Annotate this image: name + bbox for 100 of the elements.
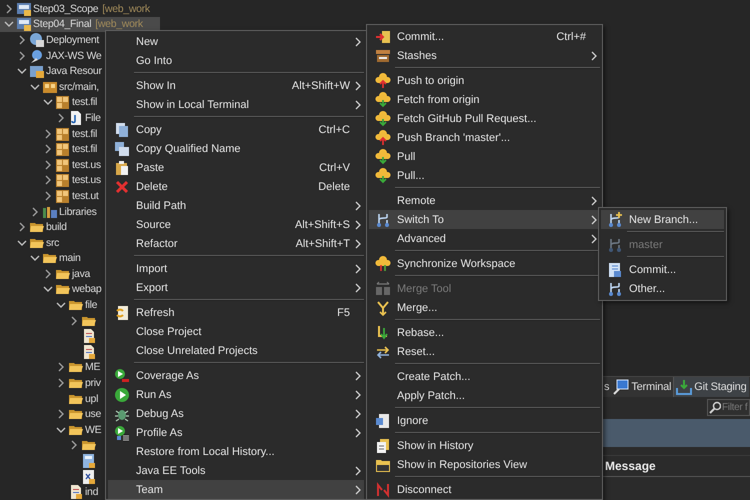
menu-item[interactable]: New Branch... (601, 210, 724, 229)
tree-item-label[interactable]: main (59, 252, 81, 264)
tree-item-label[interactable]: Java Resour (46, 65, 102, 78)
tree-item-label[interactable]: Step03_Scope (33, 2, 98, 15)
expand-chevron-icon[interactable] (17, 50, 27, 61)
collapse-chevron-icon[interactable] (30, 82, 40, 92)
expand-chevron-icon[interactable] (17, 222, 27, 232)
tree-item-label[interactable]: WE (85, 424, 102, 436)
collapse-chevron-icon[interactable] (43, 284, 53, 294)
expand-chevron-icon[interactable] (30, 206, 40, 217)
menu-item[interactable]: Close Project (108, 322, 364, 341)
tree-item-label[interactable]: test.fil (72, 96, 98, 108)
menu-item[interactable]: Copy Ctrl+C (108, 120, 364, 139)
menu-item[interactable]: Import (108, 259, 364, 278)
tree-item-label[interactable]: ME (85, 361, 100, 374)
menu-item[interactable]: Advanced (369, 229, 600, 248)
collapse-chevron-icon[interactable] (17, 238, 27, 248)
menu-item[interactable]: Merge... (369, 298, 600, 317)
tree-item-label[interactable]: src (46, 236, 60, 249)
tree-item-label[interactable]: Deployment (46, 34, 100, 46)
menu-item[interactable]: Show in Repositories View (369, 455, 600, 474)
tree-item-label[interactable]: test.us (72, 158, 101, 171)
tree-item-label[interactable]: test.fil (72, 143, 98, 156)
menu-item[interactable]: Switch To (369, 210, 600, 229)
tree-item-label[interactable]: ind (85, 486, 98, 498)
collapse-chevron-icon[interactable] (56, 300, 66, 310)
tree-item-label[interactable]: build (46, 221, 67, 234)
tree-item-label[interactable]: JAX-WS We (46, 50, 102, 62)
menu-item[interactable]: Remote (369, 191, 600, 210)
tree-item-label[interactable]: use (85, 408, 102, 420)
tree-item-label[interactable]: Libraries (59, 206, 97, 218)
menu-item[interactable]: Create Patch... (369, 367, 600, 386)
expand-chevron-icon[interactable] (69, 316, 79, 326)
tree-item-label[interactable]: file (85, 299, 98, 312)
menu-item[interactable]: Paste Ctrl+V (108, 158, 364, 177)
menu-item[interactable]: Push to origin (369, 71, 600, 90)
menu-item[interactable]: Debug As (108, 404, 364, 423)
menu-item[interactable]: Show in History (369, 436, 600, 455)
tree-item-label[interactable]: webap (72, 283, 102, 296)
view-tab[interactable]: Git Staging (673, 377, 749, 397)
menu-item[interactable]: Close Unrelated Projects (108, 341, 364, 360)
menu-item[interactable]: Go Into (108, 51, 364, 70)
menu-item[interactable]: Refresh F5 (108, 303, 364, 322)
menu-item[interactable]: Source Alt+Shift+S (108, 215, 364, 234)
expand-chevron-icon[interactable] (43, 175, 53, 186)
menu-item[interactable]: Show In Alt+Shift+W (108, 76, 364, 95)
view-tab[interactable]: s (602, 377, 612, 397)
collapse-chevron-icon[interactable] (56, 424, 66, 435)
menu-item[interactable]: Commit... (601, 260, 724, 279)
expand-chevron-icon[interactable] (43, 144, 53, 154)
menu-item[interactable]: Export (108, 278, 364, 297)
expand-chevron-icon[interactable] (69, 440, 79, 450)
expand-chevron-icon[interactable] (43, 128, 53, 139)
menu-item[interactable]: Build Path (108, 196, 364, 215)
menu-item[interactable]: Java EE Tools (108, 461, 364, 480)
expand-chevron-icon[interactable] (43, 160, 53, 170)
expand-chevron-icon[interactable] (4, 4, 14, 14)
menu-item[interactable]: Other... (601, 279, 724, 298)
collapse-chevron-icon[interactable] (30, 253, 40, 264)
expand-chevron-icon[interactable] (56, 378, 66, 388)
menu-item[interactable]: Rebase... (369, 323, 600, 342)
collapse-chevron-icon[interactable] (43, 97, 53, 108)
tree-item-label[interactable]: test.fil (72, 128, 98, 140)
menu-item[interactable]: Pull (369, 147, 600, 166)
menu-item[interactable]: Fetch GitHub Pull Request... (369, 109, 600, 128)
expand-chevron-icon[interactable] (43, 268, 53, 279)
collapse-chevron-icon[interactable] (17, 66, 27, 76)
view-tab[interactable]: Terminal (611, 377, 674, 397)
tree-item-label[interactable]: test.ut (72, 190, 98, 202)
expand-chevron-icon[interactable] (43, 190, 53, 201)
tree-item-label[interactable]: Step04_Final (33, 18, 92, 30)
collapse-chevron-icon[interactable] (4, 19, 14, 30)
menu-item[interactable]: Run As (108, 385, 364, 404)
menu-item[interactable]: Push Branch 'master'... (369, 128, 600, 147)
menu-item[interactable]: Pull... (369, 166, 600, 185)
menu-item[interactable]: Commit... Ctrl+# (369, 27, 600, 46)
menu-item[interactable]: Show in Local Terminal (108, 95, 364, 114)
menu-item[interactable]: Coverage As (108, 366, 364, 385)
expand-chevron-icon[interactable] (56, 409, 66, 420)
tree-item-label[interactable]: priv (85, 377, 101, 390)
menu-item[interactable]: Synchronize Workspace (369, 254, 600, 273)
menu-item[interactable]: New (108, 32, 364, 51)
menu-item[interactable]: Restore from Local History... (108, 442, 364, 461)
menu-item[interactable]: Ignore (369, 411, 600, 430)
filter-field[interactable]: Filter f (707, 399, 750, 416)
menu-item[interactable]: Disconnect (369, 480, 600, 499)
menu-item[interactable]: Refactor Alt+Shift+T (108, 234, 364, 253)
menu-item[interactable]: Profile As (108, 423, 364, 442)
tree-row[interactable]: Step04_Final [web_work (0, 16, 160, 32)
tree-item-label[interactable]: java (72, 268, 90, 280)
menu-item[interactable]: Reset... (369, 342, 600, 361)
expand-chevron-icon[interactable] (56, 362, 66, 372)
expand-chevron-icon[interactable] (56, 112, 66, 123)
menu-item[interactable]: Fetch from origin (369, 90, 600, 109)
menu-item[interactable]: Delete Delete (108, 177, 364, 196)
menu-item[interactable]: Copy Qualified Name (108, 139, 364, 158)
tree-item-label[interactable]: File (85, 112, 101, 124)
tree-item-label[interactable]: src/main, (59, 80, 99, 93)
tree-item-label[interactable]: upl (85, 392, 98, 405)
menu-item[interactable]: Apply Patch... (369, 386, 600, 405)
